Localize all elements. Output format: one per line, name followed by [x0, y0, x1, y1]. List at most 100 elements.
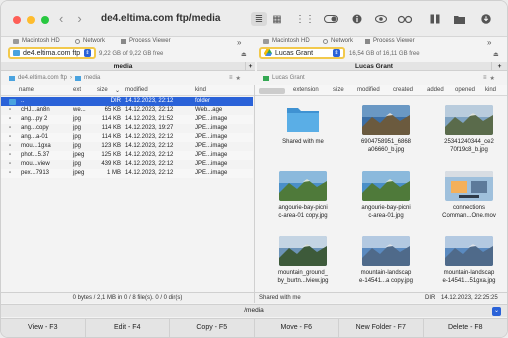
- col-extension[interactable]: extension: [293, 87, 319, 93]
- item-caption[interactable]: mountain-landscap e-14541...a copy.jpg: [346, 270, 426, 285]
- item-caption[interactable]: angourie-bay-picni c-area-01 copy.jpg: [263, 205, 343, 220]
- binoculars-icon[interactable]: [397, 12, 413, 26]
- table-row[interactable]: ▫ phot...5.37 jpeg 125 KB 14.12.2023, 22:12 J…: [1, 151, 253, 160]
- table-row[interactable]: ▫ ang...a-01 jpg 114 KB 14.12.2023, 22:12 JPE…: [1, 133, 253, 142]
- item-caption[interactable]: 6904758951_6868 a06660_b.jpg: [346, 139, 426, 154]
- left-panel-title: media: [1, 62, 245, 71]
- command-line[interactable]: /media ⌄: [1, 304, 507, 317]
- image-thumbnail[interactable]: [279, 236, 327, 266]
- item-caption[interactable]: connections Comman...One.mov: [429, 205, 507, 220]
- table-row[interactable]: ▫ ang...py 2 jpg 114 KB 14.12.2023, 21:52 JPE…: [1, 115, 253, 124]
- cell-kind: JPE...image: [195, 170, 228, 176]
- function-key-bar: View - F3 Edit - F4 Copy - F5 Move - F6 …: [1, 318, 507, 337]
- col-modified[interactable]: modified: [357, 87, 380, 93]
- cell-size: DIR: [110, 98, 121, 104]
- cell-size: 123 KB: [101, 143, 121, 149]
- new-tab-right-button[interactable]: +: [491, 62, 507, 71]
- toggle-hidden-icon[interactable]: [323, 12, 339, 26]
- image-thumbnail[interactable]: [279, 171, 327, 201]
- dropdown-icon: ⇕: [333, 49, 340, 57]
- col-opened[interactable]: opened: [455, 87, 475, 93]
- new-folder-button[interactable]: New Folder - F7: [339, 319, 424, 337]
- chevron-down-icon[interactable]: ⌄: [492, 307, 501, 316]
- col-size[interactable]: size: [97, 87, 108, 93]
- cell-modified: 14.12.2023, 22:12: [125, 107, 174, 113]
- eject-icon[interactable]: ⏏: [493, 51, 499, 58]
- table-row[interactable]: .. DIR 14.12.2023, 22:12 folder: [1, 97, 253, 106]
- col-modified[interactable]: modified: [125, 87, 148, 93]
- col-added[interactable]: added: [427, 87, 444, 93]
- right-location-selector[interactable]: Lucas Grant ⇕: [259, 47, 345, 59]
- back-arrow-icon[interactable]: ‹: [59, 11, 63, 26]
- table-row[interactable]: ▫ mou...1gxa jpg 123 KB 14.12.2023, 22:12 JPE…: [1, 142, 253, 151]
- tab-process-viewer-left[interactable]: Process Viewer: [121, 38, 171, 44]
- more-tabs-right[interactable]: »: [487, 38, 491, 47]
- table-row[interactable]: ▫ ang...copy jpg 114 KB 14.12.2023, 19:27 JPE…: [1, 124, 253, 133]
- cell-kind: JPE...image: [195, 161, 228, 167]
- folder-shortcuts-icon[interactable]: ⋮⋮: [295, 12, 315, 26]
- preview-eye-icon[interactable]: [373, 12, 389, 26]
- table-row[interactable]: ▫ pex...7913 jpeg 1 MB 14.12.2023, 22:12 JPE.…: [1, 169, 253, 178]
- image-thumbnail[interactable]: [362, 171, 410, 201]
- item-caption[interactable]: angourie-bay-picni c-area-01.jpg: [346, 205, 426, 220]
- list-icon[interactable]: ≡: [483, 75, 487, 81]
- table-row[interactable]: ▫ cHJ...an8n we... 65 KB 14.12.2023, 22:12 We…: [1, 106, 253, 115]
- image-thumbnail[interactable]: [362, 236, 410, 266]
- image-thumbnail[interactable]: [445, 236, 493, 266]
- folder-icon: [9, 75, 15, 81]
- tab-network-right[interactable]: Network: [323, 38, 353, 44]
- star-icon[interactable]: ★: [236, 75, 241, 82]
- left-status: 0 bytes / 2,1 MB in 0 / 8 file(s). 0 / 0…: [1, 292, 254, 303]
- item-caption[interactable]: mountain_ground_ by_burtn...lview.jpg: [263, 270, 343, 285]
- tab-process-viewer-right[interactable]: Process Viewer: [365, 38, 415, 44]
- list-view-icon[interactable]: ≣: [251, 12, 267, 26]
- copy-button[interactable]: Copy - F5: [170, 319, 255, 337]
- eject-icon[interactable]: ⏏: [241, 51, 247, 58]
- icon-view-icon[interactable]: ▦: [269, 12, 285, 26]
- col-kind[interactable]: kind: [485, 87, 496, 93]
- forward-arrow-icon[interactable]: ›: [77, 11, 81, 26]
- tab-network-left[interactable]: Network: [75, 38, 105, 44]
- tab-macintosh-hd-left[interactable]: Macintosh HD: [13, 38, 60, 44]
- col-kind[interactable]: kind: [195, 87, 206, 93]
- item-caption[interactable]: 25341240344_ce2 70f19c8_b.jpg: [429, 139, 507, 154]
- cell-size: 125 KB: [101, 152, 121, 158]
- item-caption[interactable]: mountain-landscap e-14541...51gxa.jpg: [429, 270, 507, 285]
- right-status: Shared with me DIR 14.12.2023, 22:25:25: [255, 292, 507, 303]
- star-icon[interactable]: ★: [490, 75, 495, 82]
- col-size[interactable]: size: [333, 87, 344, 93]
- move-button[interactable]: Move - F6: [255, 319, 339, 337]
- col-name[interactable]: name: [19, 87, 34, 93]
- list-icon[interactable]: ≡: [229, 75, 233, 81]
- item-caption[interactable]: Shared with me: [263, 139, 343, 147]
- cell-kind: JPE...image: [195, 134, 228, 140]
- info-icon[interactable]: [349, 12, 365, 26]
- tab-macintosh-hd-right[interactable]: Macintosh HD: [263, 38, 310, 44]
- new-tab-left-button[interactable]: +: [245, 62, 255, 71]
- sort-button[interactable]: [259, 88, 285, 94]
- split-view-icon[interactable]: [427, 12, 443, 26]
- edit-button[interactable]: Edit - F4: [86, 319, 170, 337]
- close-window-button[interactable]: [13, 16, 21, 24]
- delete-button[interactable]: Delete - F8: [424, 319, 508, 337]
- view-button[interactable]: View - F3: [1, 319, 86, 337]
- zoom-window-button[interactable]: [41, 16, 49, 24]
- cell-kind: JPE...image: [195, 152, 228, 158]
- cell-kind: JPE...image: [195, 125, 228, 131]
- cell-modified: 14.12.2023, 19:27: [125, 125, 174, 131]
- video-thumbnail[interactable]: [445, 171, 493, 201]
- left-location-selector[interactable]: de4.eltima.com ftp ⇕: [8, 47, 96, 59]
- more-tabs-left[interactable]: »: [237, 38, 241, 47]
- col-ext[interactable]: ext: [73, 87, 81, 93]
- col-created[interactable]: created: [393, 87, 413, 93]
- table-row[interactable]: ▫ mou...view jpg 439 KB 14.12.2023, 22:12 JPE…: [1, 160, 253, 169]
- image-thumbnail[interactable]: [445, 105, 493, 135]
- drive-icon: [263, 38, 269, 44]
- minimize-window-button[interactable]: [27, 16, 35, 24]
- download-icon[interactable]: [478, 12, 494, 26]
- image-thumbnail[interactable]: [362, 105, 410, 135]
- folder-icon[interactable]: [279, 105, 327, 135]
- left-breadcrumb: de4.eltima.com ftp › media: [9, 73, 100, 83]
- new-folder-icon[interactable]: [451, 12, 467, 26]
- left-view-options: ≡ ★: [229, 73, 241, 83]
